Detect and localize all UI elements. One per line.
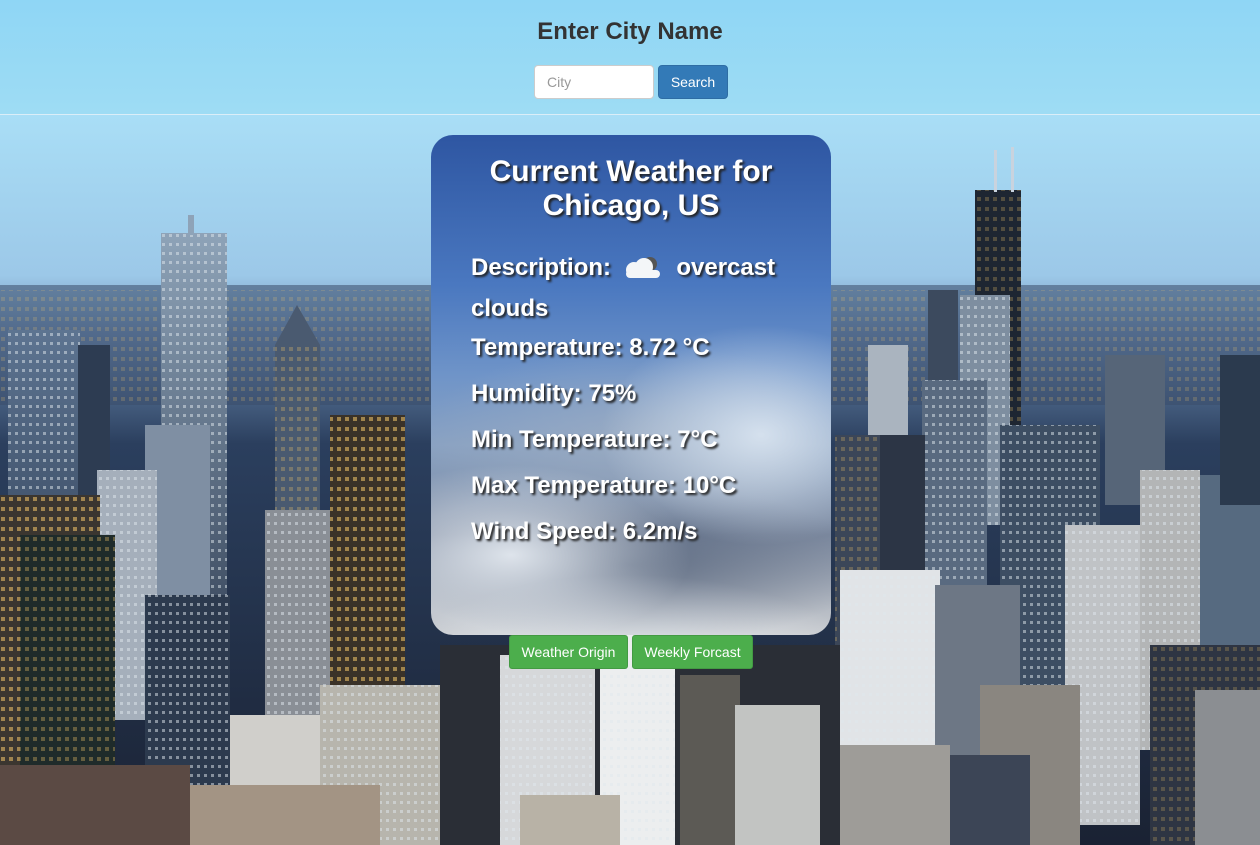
weather-title: Current Weather for Chicago, US — [489, 155, 773, 222]
description-row: Description: overcast clouds — [471, 247, 801, 329]
max-temperature-row: Max Temperature: 10°C — [471, 472, 737, 499]
search-header: Enter City Name Search — [0, 0, 1260, 115]
cloud-icon — [625, 256, 660, 278]
city-input[interactable] — [534, 65, 654, 99]
weekly-forecast-button[interactable]: Weekly Forcast — [632, 635, 753, 669]
page-title: Enter City Name — [537, 18, 723, 45]
humidity-row: Humidity: 75% — [471, 380, 637, 407]
weather-details: Description: overcast clouds Temperature… — [471, 247, 801, 564]
description-label: Description: — [471, 254, 612, 281]
min-temperature-row: Min Temperature: 7°C — [471, 426, 718, 453]
weather-card: Current Weather for Chicago, US Descript… — [431, 135, 831, 635]
temperature-row: Temperature: 8.72 °C — [471, 334, 710, 361]
search-button[interactable]: Search — [658, 65, 728, 99]
wind-speed-row: Wind Speed: 6.2m/s — [471, 518, 698, 545]
weather-origin-button[interactable]: Weather Origin — [509, 635, 628, 669]
